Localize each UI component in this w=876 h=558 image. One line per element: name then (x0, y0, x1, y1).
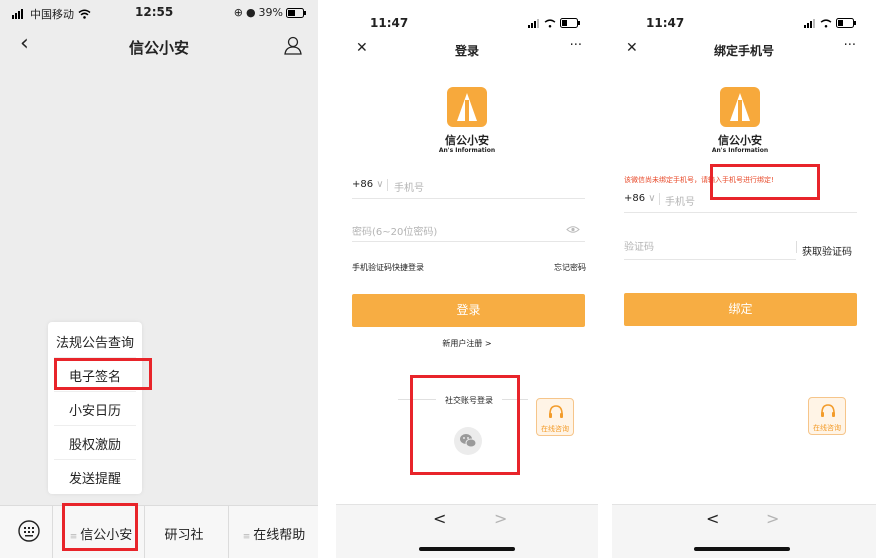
popup-menu: 法规公告查询 电子签名 小安日历 股权激励 发送提醒 (48, 322, 142, 494)
highlight-box (710, 164, 820, 200)
home-indicator (419, 547, 515, 551)
logo-mark-icon (730, 93, 750, 121)
browser-nav-bar: < > (612, 504, 876, 558)
keyboard-icon[interactable] (18, 520, 40, 542)
wifi-icon (78, 9, 91, 19)
online-consult-button[interactable]: 在线咨询 (808, 397, 846, 435)
status-bar-right: ⊕ ● 39% (234, 6, 306, 19)
chevron-down-icon: ∨ (376, 179, 384, 190)
highlight-box (62, 503, 138, 551)
menu-item-regulation[interactable]: 法规公告查询 (48, 332, 142, 351)
wechat-official-account-screen: 中国移动 12:55 ⊕ ● 39% ‹ 信公小安 法规公告查询 电子签名 小安… (0, 0, 318, 558)
menu-divider (54, 425, 136, 426)
chevron-down-icon: ∨ (648, 193, 656, 204)
nav-forward-button[interactable]: > (766, 509, 779, 528)
app-logo (720, 87, 760, 127)
status-bar-right (528, 18, 580, 28)
status-time: 11:47 (646, 16, 685, 30)
battery-icon (836, 18, 856, 28)
app-logo (447, 87, 487, 127)
online-consult-label: 在线咨询 (541, 425, 569, 433)
browser-nav-bar: < > (336, 504, 598, 558)
menu-divider (54, 459, 136, 460)
forgot-password-link[interactable]: 忘记密码 (554, 262, 586, 273)
bind-phone-screen: 11:47 ✕ 绑定手机号 ··· 信公小安 An's Information … (612, 0, 876, 558)
input-underline (624, 259, 796, 260)
phone-input[interactable]: 手机号 (665, 193, 695, 208)
home-indicator (694, 547, 790, 551)
online-consult-label: 在线咨询 (813, 424, 841, 432)
lock-rotation-icon: ⊕ (233, 6, 243, 19)
divider (144, 506, 145, 558)
phone-input[interactable]: 手机号 (394, 179, 424, 194)
divider (387, 179, 388, 191)
status-bar-right (804, 18, 856, 28)
country-code-select[interactable]: +86 ∨ (352, 179, 384, 190)
tab-help[interactable]: ≡ 在线帮助 (236, 524, 312, 543)
more-icon[interactable]: ··· (570, 38, 582, 53)
input-underline (624, 212, 857, 213)
carrier-label: 中国移动 (30, 8, 74, 21)
nav-back-button[interactable]: < (433, 509, 446, 528)
signal-icon (804, 18, 815, 28)
menu-lines-icon: ≡ (242, 532, 254, 542)
nav-forward-button[interactable]: > (494, 509, 507, 528)
status-bar-left: 中国移动 (12, 6, 91, 22)
register-link[interactable]: 新用户注册 > (336, 338, 598, 349)
get-code-button[interactable]: 获取验证码 (802, 243, 852, 258)
country-code-select[interactable]: +86 ∨ (624, 193, 656, 204)
brand-name: 信公小安 (718, 134, 762, 147)
wifi-icon (544, 18, 556, 27)
menu-divider (54, 391, 136, 392)
quick-login-link[interactable]: 手机验证码快捷登录 (352, 262, 424, 273)
bind-button[interactable]: 绑定 (624, 293, 857, 326)
nav-back-button[interactable]: < (706, 509, 719, 528)
profile-icon[interactable] (284, 36, 302, 56)
menu-item-calendar[interactable]: 小安日历 (48, 400, 142, 419)
online-consult-button[interactable]: 在线咨询 (536, 398, 574, 436)
login-button[interactable]: 登录 (352, 294, 585, 327)
divider (228, 506, 229, 558)
eye-icon[interactable] (566, 225, 580, 234)
divider (796, 241, 797, 253)
tab-study[interactable]: 研习社 (150, 524, 218, 543)
more-icon[interactable]: ··· (844, 38, 856, 53)
menu-item-equity[interactable]: 股权激励 (48, 434, 142, 453)
battery-percent: 39% (258, 6, 283, 19)
page-title: 绑定手机号 (713, 44, 774, 58)
signal-icon (12, 9, 23, 19)
headset-icon (549, 405, 563, 418)
brand-name: 信公小安 (445, 134, 489, 147)
login-screen: 11:47 ✕ 登录 ··· 信公小安 An's Information +86… (336, 0, 598, 558)
page-title: 登录 (454, 44, 479, 58)
highlight-box (410, 375, 520, 475)
battery-icon (286, 7, 306, 18)
menu-item-reminder[interactable]: 发送提醒 (48, 468, 142, 487)
page-title: 信公小安 (128, 39, 189, 57)
divider (659, 193, 660, 205)
signal-icon (528, 18, 539, 28)
status-time: 12:55 (135, 5, 174, 19)
bottom-menu-bar: ≡ 信公小安 研习社 ≡ 在线帮助 (0, 505, 318, 558)
highlight-box (54, 358, 152, 390)
status-time: 11:47 (370, 16, 409, 30)
logo-mark-icon (457, 93, 477, 121)
input-underline (352, 241, 585, 242)
divider (52, 506, 53, 558)
verification-code-input[interactable]: 验证码 (624, 238, 654, 253)
wifi-icon (820, 18, 832, 27)
headset-icon (821, 404, 835, 417)
brand-subtitle: An's Information (711, 147, 769, 154)
alarm-icon: ● (245, 6, 256, 19)
input-underline (352, 198, 585, 199)
brand-subtitle: An's Information (438, 147, 496, 154)
battery-icon (560, 18, 580, 28)
password-input[interactable]: 密码(6~20位密码) (352, 223, 437, 238)
